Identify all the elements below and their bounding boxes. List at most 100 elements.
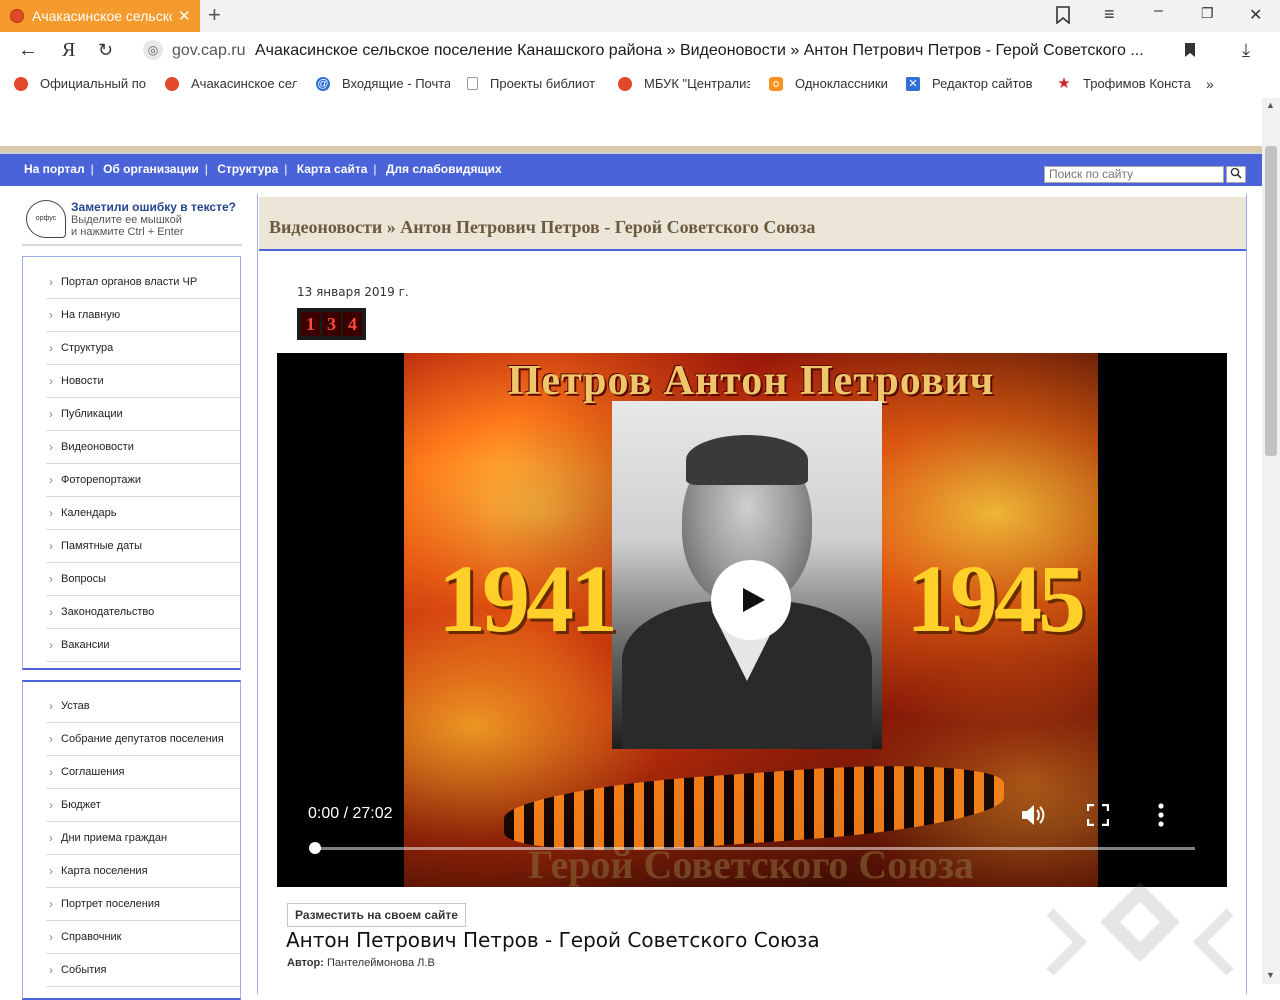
page-scrollbar[interactable]: ▲ ▼ [1262,98,1280,984]
scroll-up-icon[interactable]: ▲ [1266,100,1275,110]
sidebar-item[interactable]: Соглашения [46,757,240,789]
emblem-icon [618,76,632,91]
nav-link-about[interactable]: Об организации [99,162,203,176]
sidebar-item[interactable]: Справочник [46,922,240,954]
menu-icon[interactable]: ≡ [1104,4,1115,25]
bookmark-label: Проекты библиот [490,76,596,91]
counter-digit: 1 [301,312,320,336]
embed-video-button[interactable]: Разместить на своем сайте [287,903,466,927]
fullscreen-icon[interactable] [1086,803,1110,831]
sidebar-item[interactable]: События [46,955,240,987]
play-button[interactable] [711,560,791,640]
scroll-down-icon[interactable]: ▼ [1266,970,1275,980]
article-author: Автор: Пантелеймонова Л.В [287,957,435,969]
bookmark-label: Трофимов Конста [1083,76,1191,91]
nav-link-structure[interactable]: Структура [213,162,282,176]
sidebar-item[interactable]: Портал органов власти ЧР [46,267,240,299]
yandex-icon[interactable]: Я [62,40,75,60]
url-domain[interactable]: gov.cap.ru [172,42,246,60]
sidebar-item[interactable]: Структура [46,333,240,365]
sidebar-item[interactable]: Фоторепортажи [46,465,240,497]
search-icon[interactable] [1226,166,1246,183]
video-time: 0:00 / 27:02 [308,805,393,822]
orphus-heading: Заметили ошибку в тексте? [71,200,236,214]
sidebar-item[interactable]: Карта поселения [46,856,240,888]
add-bookmark-icon[interactable] [1184,42,1196,62]
nav-link-sitemap[interactable]: Карта сайта [293,162,372,176]
sidebar-item[interactable]: Собрание депутатов поселения [46,724,240,756]
counter-digit: 3 [322,312,341,336]
reload-icon[interactable]: ↻ [98,40,113,60]
video-player[interactable]: Петров Антон Петрович 1941 1945 Герой Со… [277,353,1227,887]
bookmark-item[interactable]: Официальный по [14,76,148,91]
bookmark-item[interactable]: МБУК "Централиз [618,76,750,91]
site-search-input[interactable]: Поиск по сайту [1044,166,1224,183]
restore-icon[interactable]: ❐ [1201,5,1214,22]
sidebar-item[interactable]: Вопросы [46,564,240,596]
bookmark-item[interactable]: о Одноклассники [769,76,891,91]
close-tab-icon[interactable]: ✕ [178,7,191,25]
more-options-icon[interactable] [1157,803,1165,832]
new-tab-icon[interactable]: + [208,4,221,26]
scroll-thumb[interactable] [1265,146,1277,456]
play-icon [743,588,765,612]
ok-icon: о [769,76,783,91]
doc-icon [467,77,478,90]
sidebar-item[interactable]: Устав [46,691,240,723]
orphus-hint: Выделите ее мышкой и нажмите Ctrl + Ente… [71,214,183,238]
bookmark-item[interactable]: ★ Трофимов Конста [1057,76,1191,91]
bookmark-item[interactable]: ✕ Редактор сайтов [906,76,1040,91]
nav-link-portal[interactable]: На портал [20,162,89,176]
site-emblem-icon [10,9,24,23]
sidebar-item[interactable]: Бюджет [46,790,240,822]
minimize-icon[interactable]: – [1154,2,1163,20]
sidebar-item[interactable]: Памятные даты [46,531,240,563]
tab-bar: Ачакасинское сельское п ✕ + ≡ – ❐ ✕ [0,0,1280,32]
bookmark-label: Входящие - Почта [342,76,450,91]
downloads-icon[interactable]: ⤓ [1242,40,1250,60]
more-bookmarks-icon[interactable]: » [1206,76,1214,92]
sidebar-menu-documents: Устав Собрание депутатов поселения Согла… [22,680,241,1000]
bookmark-panel-icon[interactable] [1055,6,1071,29]
tab-title: Ачакасинское сельское п [32,8,172,24]
sidebar-item[interactable]: Публикации [46,399,240,431]
sidebar-item[interactable]: Портрет поселения [46,889,240,921]
back-arrow-icon[interactable]: ← [18,40,38,60]
year-left: 1941 [438,545,618,652]
breadcrumb-text[interactable]: Видеоновости » Антон Петрович Петров - Г… [269,217,815,238]
video-progress-bar[interactable] [309,842,1195,854]
bookmark-item[interactable]: Проекты библиот [467,76,599,91]
breadcrumb: Видеоновости » Антон Петрович Петров - Г… [259,197,1246,251]
sidebar-item[interactable]: Видеоновости [46,432,240,464]
top-navigation: На портал | Об организации | Структура | Ка… [0,152,1262,186]
url-page-title[interactable]: Ачакасинское сельское поселение Канашско… [255,42,1144,60]
orphus-hint-line: и нажмите Ctrl + Enter [71,226,184,238]
bookmark-label: МБУК "Централиз [644,76,750,91]
views-counter: 1 3 4 [297,308,366,340]
orphus-hint-line: Выделите ее мышкой [71,214,182,226]
poster-title: Петров Антон Петрович [507,358,995,404]
sidebar-item[interactable]: Дни приема граждан [46,823,240,855]
star-icon: ★ [1057,76,1071,91]
progress-knob[interactable] [309,842,321,854]
bookmark-label: Ачакасинское сел [191,76,297,91]
bookmark-item[interactable]: @ Входящие - Почта [316,76,450,91]
volume-icon[interactable] [1019,801,1047,834]
site-info-icon[interactable]: ◎ [143,40,163,60]
sidebar-item[interactable]: Вакансии [46,630,240,662]
bookmark-label: Официальный по [40,76,147,91]
bookmark-label: Одноклассники [795,76,888,91]
window-close-icon[interactable]: ✕ [1249,5,1262,25]
site-header [0,98,1262,146]
active-tab[interactable]: Ачакасинское сельское п ✕ [0,0,200,32]
bookmark-item[interactable]: Ачакасинское сел [165,76,297,91]
nav-link-accessibility[interactable]: Для слабовидящих [382,162,506,176]
sidebar-item[interactable]: На главную [46,300,240,332]
editor-icon: ✕ [906,76,920,91]
address-toolbar: ← Я ↻ ◎ gov.cap.ru Ачакасинское сельское… [0,32,1280,71]
orphus-widget[interactable]: орфус Заметили ошибку в тексте? Выделите… [22,194,242,246]
bookmarks-bar: Официальный по Ачакасинское сел @ Входящ… [0,70,1280,99]
sidebar-item[interactable]: Новости [46,366,240,398]
sidebar-item[interactable]: Календарь [46,498,240,530]
sidebar-item[interactable]: Законодательство [46,597,240,629]
